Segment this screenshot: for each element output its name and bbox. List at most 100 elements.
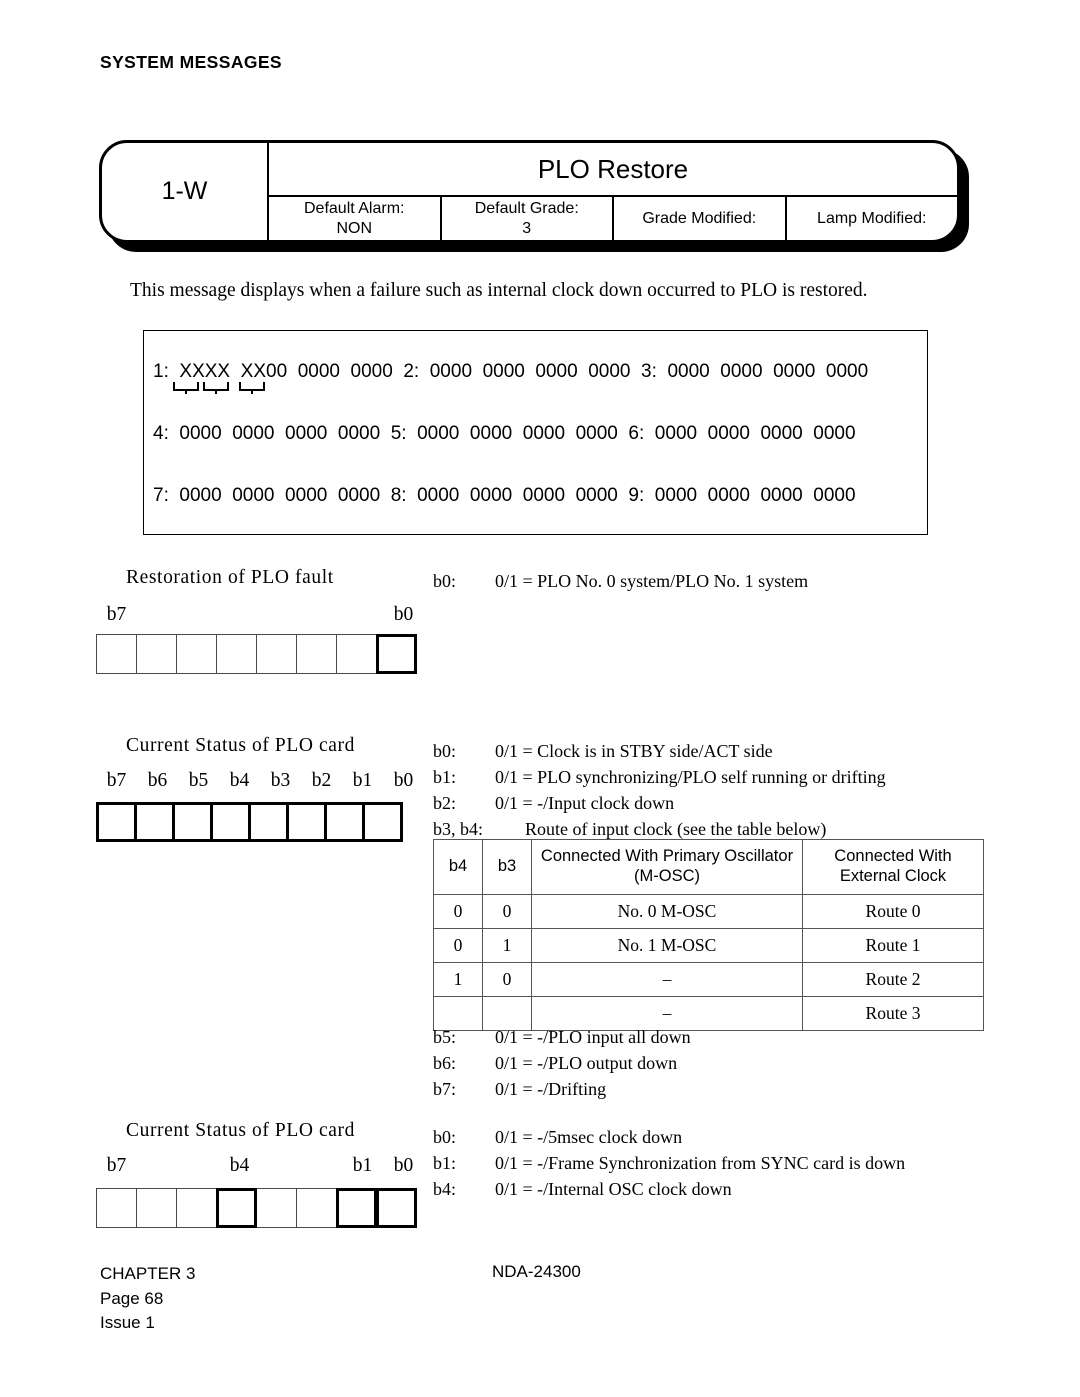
route-of-input-clock-table: b4 b3 Connected With Primary Oscillator … <box>433 839 984 1031</box>
bit-cell-b2 <box>296 634 337 674</box>
bit-label: b3 <box>270 770 291 791</box>
bit-label: b7 <box>106 1155 127 1176</box>
bit-cell-b6 <box>134 802 175 842</box>
note-value: 0/1 = -/Input clock down <box>495 793 675 814</box>
bit-cell-b0 <box>362 802 403 842</box>
note-item: b1: 0/1 = PLO synchronizing/PLO self run… <box>433 764 886 790</box>
note-value: 0/1 = -/PLO output down <box>495 1053 678 1074</box>
bit-label <box>260 604 301 626</box>
section-title-current-status-1: Current Status of PLO card <box>126 735 355 756</box>
note-item: b6: 0/1 = -/PLO output down <box>433 1050 691 1076</box>
bit-labels-current-status-2: b7 b4 b1 b0 <box>96 1155 424 1177</box>
note-value: 0/1 = PLO synchronizing/PLO self running… <box>495 767 886 788</box>
bit-cell-b6 <box>136 634 177 674</box>
bit-cell-b5 <box>176 1188 217 1228</box>
bit-label: b4 <box>229 770 250 791</box>
message-banner: 1-W PLO Restore Default Alarm: NON Defau… <box>99 140 969 252</box>
bit-cell-b4 <box>210 802 251 842</box>
cell-b3: 1 <box>482 927 532 963</box>
message-description: This message displays when a failure suc… <box>130 280 868 301</box>
bit-cell-b1 <box>324 802 365 842</box>
note-item: b1: 0/1 = -/Frame Synchronization from S… <box>433 1150 905 1176</box>
brace-mark <box>173 382 199 394</box>
note-value: 0/1 = -/Internal OSC clock down <box>495 1179 732 1200</box>
bit-cell-b5 <box>172 802 213 842</box>
bit-label <box>178 604 219 626</box>
note-key: b5: <box>433 1027 457 1047</box>
field-lamp-modified-label: Lamp Modified: <box>817 209 927 227</box>
brace-mark <box>203 382 229 394</box>
bit-cell-b0 <box>376 634 417 674</box>
footer-chapter: CHAPTER 3 <box>100 1264 196 1283</box>
data-line-3: 7: 0000 0000 0000 0000 8: 0000 0000 0000… <box>153 485 856 506</box>
col-header-external-clock: Connected With External Clock <box>802 839 984 895</box>
cell-b3: 0 <box>482 893 532 929</box>
bit-row-current-status-1 <box>96 802 403 842</box>
note-value: 0/1 = -/Frame Synchronization from SYNC … <box>495 1153 906 1174</box>
table-row: 0 1 No. 1 M-OSC Route 1 <box>433 927 984 963</box>
bit-label: b5 <box>188 770 209 791</box>
note-key: b4: <box>433 1179 457 1200</box>
notes-current-status-2: b0: 0/1 = -/5msec clock down b1: 0/1 = -… <box>433 1124 905 1202</box>
bit-cell-b7 <box>96 802 137 842</box>
field-grade-modified-label: Grade Modified: <box>642 209 757 227</box>
cell-primary: – <box>531 961 803 997</box>
bit-label: b6 <box>147 770 168 791</box>
table-header-row: b4 b3 Connected With Primary Oscillator … <box>433 839 984 895</box>
note-value: 0/1 = -/5msec clock down <box>495 1127 683 1147</box>
bit-cell-b2 <box>296 1188 337 1228</box>
notes-restoration: b0: 0/1 = PLO No. 0 system/PLO No. 1 sys… <box>433 568 808 594</box>
bit-label: b1 <box>352 1155 373 1176</box>
note-key: b1: <box>433 767 457 788</box>
cell-external: Route 2 <box>802 961 984 997</box>
notes-current-status-1: b0: 0/1 = Clock is in STBY side/ACT side… <box>433 738 886 842</box>
notes-current-status-1-after: b5: 0/1 = -/PLO input all down b6: 0/1 =… <box>433 1024 691 1102</box>
bit-label <box>137 604 178 626</box>
note-item: b2: 0/1 = -/Input clock down <box>433 790 886 816</box>
bit-label <box>260 1155 301 1177</box>
footer-issue: Issue 1 <box>100 1313 155 1333</box>
bit-label <box>137 1155 178 1177</box>
note-item: b0: 0/1 = -/5msec clock down <box>433 1124 905 1150</box>
bit-cell-b3 <box>256 634 297 674</box>
note-value: 0/1 = PLO No. 0 system/PLO No. 1 system <box>495 571 809 591</box>
field-default-grade-label: Default Grade: <box>474 199 579 217</box>
bit-label: b4 <box>229 1155 250 1176</box>
bit-row-restoration <box>96 634 417 674</box>
cell-b4: 0 <box>433 927 483 963</box>
note-key: b0: <box>433 741 457 761</box>
message-data-box: 1: XXXX XX00 0000 0000 2: 0000 0000 0000… <box>143 330 928 535</box>
section-title-current-status-2: Current Status of PLO card <box>126 1120 355 1141</box>
note-item: b7: 0/1 = -/Drifting <box>433 1076 691 1102</box>
page-footer: CHAPTER 3 Page 68 Issue 1 <box>100 1262 195 1336</box>
bit-label: b0 <box>393 604 414 625</box>
cell-primary: No. 1 M-OSC <box>531 927 803 963</box>
data-line-2: 4: 0000 0000 0000 0000 5: 0000 0000 0000… <box>153 423 856 444</box>
bit-label: b7 <box>106 770 127 791</box>
brace-mark <box>239 382 265 394</box>
cell-primary: No. 0 M-OSC <box>531 893 803 929</box>
data-field-braces <box>173 382 293 394</box>
note-item: b5: 0/1 = -/PLO input all down <box>433 1024 691 1050</box>
note-item: b0: 0/1 = Clock is in STBY side/ACT side <box>433 738 886 764</box>
bit-row-current-status-2 <box>96 1188 417 1228</box>
table-row: 0 0 No. 0 M-OSC Route 0 <box>433 893 984 929</box>
field-lamp-modified: Lamp Modified: <box>787 197 958 240</box>
bit-cell-b5 <box>176 634 217 674</box>
bit-label: b0 <box>393 1155 414 1176</box>
section-title-restoration: Restoration of PLO fault <box>126 567 334 588</box>
bit-label: b7 <box>106 604 127 625</box>
note-key: b1: <box>433 1153 457 1174</box>
note-item: b0: 0/1 = PLO No. 0 system/PLO No. 1 sys… <box>433 568 808 594</box>
cell-external: Route 3 <box>802 995 984 1031</box>
note-key: b7: <box>433 1079 457 1100</box>
note-key: b0: <box>433 1127 457 1147</box>
note-value: 0/1 = -/PLO input all down <box>495 1027 691 1047</box>
col-header-b4: b4 <box>433 839 483 895</box>
field-default-grade: Default Grade: 3 <box>442 197 614 240</box>
bit-cell-b4 <box>216 634 257 674</box>
field-default-alarm: Default Alarm: NON <box>269 197 442 240</box>
bit-labels-current-status-1: b7 b6 b5 b4 b3 b2 b1 b0 <box>96 770 424 792</box>
bit-cell-b7 <box>96 1188 137 1228</box>
bit-label <box>301 1155 342 1177</box>
